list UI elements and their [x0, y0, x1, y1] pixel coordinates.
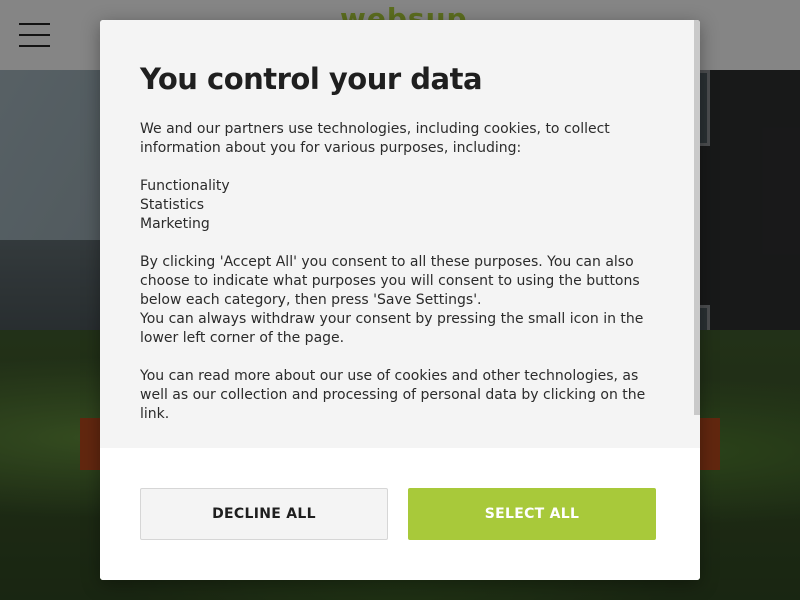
purpose-item: Marketing [140, 216, 210, 232]
consent-title: You control your data [140, 62, 483, 96]
consent-body: We and our partners use technologies, in… [140, 120, 660, 424]
select-all-button[interactable]: SELECT ALL [408, 488, 656, 540]
decline-all-button[interactable]: DECLINE ALL [140, 488, 388, 540]
purpose-item: Statistics [140, 197, 204, 213]
consent-withdraw-text: You can always withdraw your consent by … [140, 311, 644, 346]
consent-intro: We and our partners use technologies, in… [140, 121, 610, 156]
consent-more-text: You can read more about our use of cooki… [140, 368, 646, 422]
purpose-item: Functionality [140, 178, 230, 194]
consent-dialog: You control your data We and our partner… [100, 20, 700, 580]
consent-accept-text: By clicking 'Accept All' you consent to … [140, 254, 640, 308]
consent-footer: DECLINE ALL SELECT ALL [100, 448, 700, 580]
consent-scroll-area[interactable]: You control your data We and our partner… [100, 20, 700, 448]
